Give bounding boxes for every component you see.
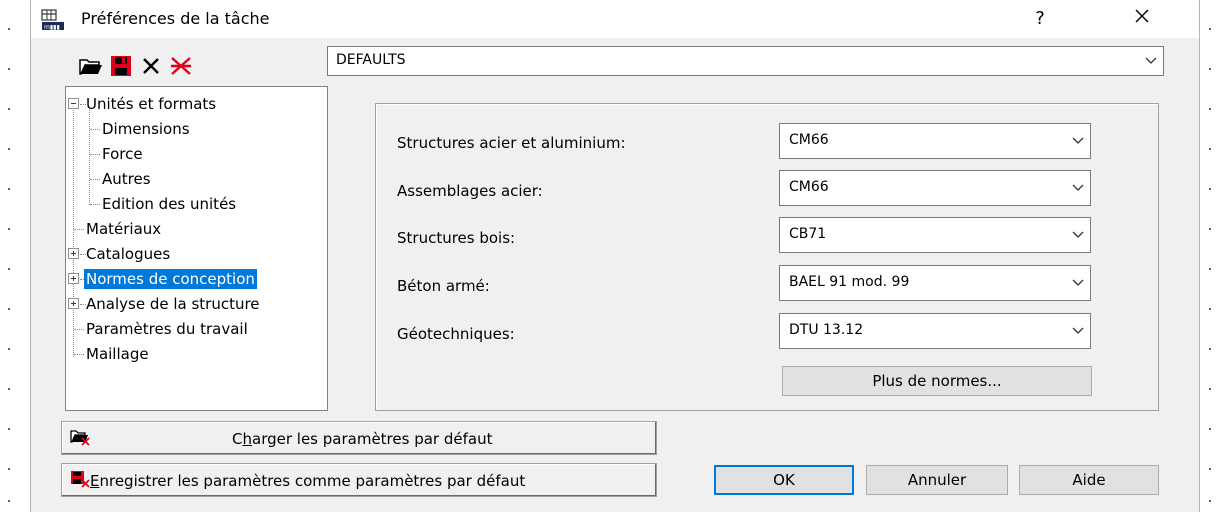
rc-code-select[interactable]: BAEL 91 mod. 99 xyxy=(779,265,1091,301)
tree-item-materials[interactable]: Matériaux xyxy=(86,219,161,239)
title-bar: m▮▮▮ Préférences de la tâche ? xyxy=(31,0,1199,38)
steel-label: Structures acier et aluminium: xyxy=(397,134,626,152)
chevron-down-icon[interactable] xyxy=(1072,124,1084,158)
tree-item-catalogs[interactable]: Catalogues xyxy=(86,244,170,264)
help-title-button[interactable]: ? xyxy=(1025,4,1055,34)
connections-code-select[interactable]: CM66 xyxy=(779,170,1091,206)
load-defaults-icon xyxy=(70,430,90,446)
geotech-label: Géotechniques: xyxy=(397,325,515,343)
dialog-title: Préférences de la tâche xyxy=(81,9,270,28)
tree-item-units-formats[interactable]: Unités et formats xyxy=(86,94,216,114)
close-button[interactable] xyxy=(1127,4,1157,34)
expand-icon[interactable] xyxy=(68,273,79,284)
steel-code-value: CM66 xyxy=(789,132,829,148)
steel-code-select[interactable]: CM66 xyxy=(779,123,1091,159)
save-icon xyxy=(111,56,131,76)
chevron-down-icon[interactable] xyxy=(1072,314,1084,348)
load-defaults-button[interactable]: Charger les paramètres par défaut xyxy=(61,421,657,455)
save-defaults-icon xyxy=(71,471,90,488)
timber-code-select[interactable]: CB71 xyxy=(779,217,1091,253)
chevron-down-icon[interactable] xyxy=(1145,47,1157,75)
load-defaults-label: Charger les paramètres par défaut xyxy=(232,430,493,448)
svg-text:m▮▮▮: m▮▮▮ xyxy=(44,24,60,31)
timber-label: Structures bois: xyxy=(397,229,516,247)
cancel-button[interactable]: Annuler xyxy=(866,465,1008,495)
collapse-icon[interactable] xyxy=(68,98,79,109)
more-codes-button[interactable]: Plus de normes... xyxy=(782,366,1092,396)
rc-code-value: BAEL 91 mod. 99 xyxy=(789,274,910,290)
geotech-code-value: DTU 13.12 xyxy=(789,322,864,338)
background-dots-left xyxy=(8,0,10,512)
connections-code-value: CM66 xyxy=(789,179,829,195)
tree-item-structure-analysis[interactable]: Analyse de la structure xyxy=(86,294,260,314)
help-button[interactable]: Aide xyxy=(1019,465,1159,495)
preset-value: DEFAULTS xyxy=(336,52,406,68)
background-dots-right xyxy=(1209,0,1211,512)
app-icon: m▮▮▮ xyxy=(41,9,64,31)
preset-select[interactable]: DEFAULTS xyxy=(327,46,1164,76)
tree-item-job-params[interactable]: Paramètres du travail xyxy=(86,319,248,339)
chevron-down-icon[interactable] xyxy=(1072,171,1084,205)
tree-item-meshing[interactable]: Maillage xyxy=(86,344,149,364)
reset-button[interactable] xyxy=(167,52,195,80)
design-codes-panel: Structures acier et aluminium: CM66 Asse… xyxy=(375,103,1159,411)
save-defaults-button[interactable]: Enregistrer les paramètres comme paramèt… xyxy=(61,463,657,497)
delete-icon xyxy=(143,58,159,74)
close-icon xyxy=(1135,9,1149,23)
tree-item-dimensions[interactable]: Dimensions xyxy=(102,119,190,139)
rc-label: Béton armé: xyxy=(397,277,490,295)
tree-item-design-codes[interactable]: Normes de conception xyxy=(84,269,257,289)
chevron-down-icon[interactable] xyxy=(1072,266,1084,300)
connections-label: Assemblages acier: xyxy=(397,182,543,200)
save-button[interactable] xyxy=(107,52,135,80)
delete-button[interactable] xyxy=(137,52,165,80)
timber-code-value: CB71 xyxy=(789,226,827,242)
tree-item-unit-edit[interactable]: Edition des unités xyxy=(102,194,236,214)
open-button[interactable] xyxy=(77,52,105,80)
open-folder-icon xyxy=(79,59,102,75)
tree-item-others[interactable]: Autres xyxy=(102,169,151,189)
expand-icon[interactable] xyxy=(68,298,79,309)
category-tree: Unités et formats Dimensions Force Autre… xyxy=(65,86,328,411)
chevron-down-icon[interactable] xyxy=(1072,218,1084,252)
geotech-code-select[interactable]: DTU 13.12 xyxy=(779,313,1091,349)
save-defaults-label: Enregistrer les paramètres comme paramèt… xyxy=(90,472,526,490)
ok-button[interactable]: OK xyxy=(714,465,854,495)
reset-icon xyxy=(171,57,191,75)
expand-icon[interactable] xyxy=(68,248,79,259)
preferences-dialog: m▮▮▮ Préférences de la tâche ? DEFAULTS … xyxy=(30,0,1200,512)
tree-item-force[interactable]: Force xyxy=(102,144,143,164)
